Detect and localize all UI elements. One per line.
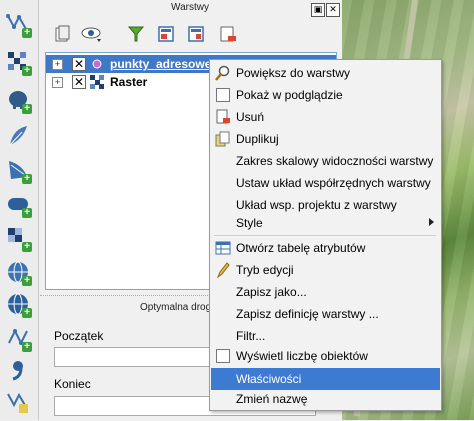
add-wfs-layer-button[interactable]: + bbox=[4, 290, 32, 318]
menu-save-layer-definition[interactable]: Zapisz definicję warstwy ... bbox=[211, 303, 440, 325]
layers-panel-title: Warstwy bbox=[171, 2, 209, 13]
comma-icon bbox=[12, 361, 23, 381]
menu-style[interactable]: Style bbox=[211, 212, 440, 234]
add-vector-layer-button[interactable]: + bbox=[4, 10, 32, 38]
menu-show-feature-count[interactable]: Wyświetl liczbę obiektów bbox=[211, 345, 440, 367]
raster-layer-icon bbox=[90, 75, 104, 89]
menu-label: Duplikuj bbox=[236, 132, 279, 146]
feather-icon bbox=[9, 126, 27, 146]
new-layer-button[interactable] bbox=[4, 388, 32, 416]
menu-scale-visibility[interactable]: Zakres skalowy widoczności warstwy bbox=[211, 150, 440, 172]
menu-label: Zapisz jako... bbox=[236, 285, 307, 299]
menu-save-as[interactable]: Zapisz jako... bbox=[211, 281, 440, 303]
layer-visibility-checkbox[interactable]: ✕ bbox=[72, 75, 86, 89]
layer-name: Raster bbox=[110, 75, 148, 89]
duplicate-icon bbox=[215, 131, 230, 147]
menu-label: Wyświetl liczbę obiektów bbox=[236, 349, 368, 363]
menu-open-attribute-table[interactable]: Otwórz tabelę atrybutów bbox=[211, 237, 440, 259]
add-virtual-layer-button[interactable] bbox=[4, 356, 32, 384]
menu-show-in-overview[interactable]: Pokaż w podglądzie bbox=[211, 84, 440, 106]
new-vector-layer-icon bbox=[7, 392, 28, 413]
route-panel-title: Optymalna drog bbox=[140, 302, 212, 313]
add-group-icon bbox=[55, 25, 70, 42]
remove-layer-button[interactable] bbox=[216, 22, 240, 46]
menu-properties[interactable]: Właściwości bbox=[211, 368, 440, 390]
point-layer-icon bbox=[92, 59, 102, 69]
expand-toggle[interactable]: + bbox=[52, 77, 63, 88]
submenu-arrow-icon bbox=[429, 218, 434, 226]
menu-remove[interactable]: Usuń bbox=[211, 106, 440, 128]
menu-set-layer-crs[interactable]: Ustaw układ współrzędnych warstwy bbox=[211, 172, 440, 194]
menu-label: Zmień nazwę bbox=[236, 392, 308, 406]
collapse-all-icon bbox=[188, 26, 204, 42]
menu-rename[interactable]: Zmień nazwę bbox=[211, 388, 440, 410]
pencil-icon bbox=[217, 262, 230, 278]
expand-all-button[interactable] bbox=[154, 22, 178, 46]
menu-label: Otwórz tabelę atrybutów bbox=[236, 241, 366, 255]
menu-separator bbox=[214, 235, 436, 236]
table-icon bbox=[215, 241, 231, 255]
filter-legend-button[interactable] bbox=[124, 22, 148, 46]
add-spatialite-layer-button[interactable] bbox=[4, 122, 32, 150]
checkbox-icon[interactable] bbox=[215, 87, 231, 103]
checkbox-icon[interactable] bbox=[215, 348, 231, 364]
menu-label: Usuń bbox=[236, 110, 265, 124]
menu-label: Style bbox=[236, 216, 263, 230]
layers-toolbar bbox=[50, 20, 270, 50]
menu-label: Tryb edycji bbox=[236, 263, 294, 277]
menu-label: Ustaw układ współrzędnych warstwy bbox=[236, 176, 431, 190]
add-oracle-layer-button[interactable]: + bbox=[4, 190, 32, 218]
menu-label: Właściwości bbox=[236, 372, 302, 386]
eye-icon bbox=[81, 27, 101, 42]
layer-name: punkty_adresowe bbox=[110, 57, 212, 71]
end-label: Koniec bbox=[54, 377, 91, 391]
zoom-icon bbox=[215, 65, 230, 81]
layer-visibility-checkbox[interactable]: ✕ bbox=[72, 57, 86, 71]
add-mssql-layer-button[interactable]: + bbox=[4, 156, 32, 184]
add-wms-layer-button[interactable]: + bbox=[4, 224, 32, 252]
add-group-button[interactable] bbox=[50, 22, 74, 46]
menu-duplicate[interactable]: Duplikuj bbox=[211, 128, 440, 150]
add-raster-layer-button[interactable]: + bbox=[4, 48, 32, 76]
menu-label: Zakres skalowy widoczności warstwy bbox=[236, 154, 434, 168]
remove-layer-icon bbox=[216, 109, 230, 124]
start-label: Początek bbox=[54, 329, 104, 343]
menu-filter[interactable]: Filtr... bbox=[211, 325, 440, 347]
manage-visibility-button[interactable] bbox=[80, 22, 104, 46]
add-postgis-layer-button[interactable]: + bbox=[4, 86, 32, 114]
layer-context-menu: Powiększ do warstwy Pokaż w podglądzie U… bbox=[209, 59, 442, 411]
menu-zoom-to-layer[interactable]: Powiększ do warstwy bbox=[211, 62, 440, 84]
menu-label: Filtr... bbox=[236, 329, 266, 343]
menu-toggle-editing[interactable]: Tryb edycji bbox=[211, 259, 440, 281]
add-delimited-text-button[interactable]: + bbox=[4, 324, 32, 352]
left-toolbar: + + + + + + + + + bbox=[0, 0, 39, 420]
menu-label: Zapisz definicję warstwy ... bbox=[236, 307, 379, 321]
filter-icon bbox=[127, 26, 145, 42]
expand-toggle[interactable]: + bbox=[52, 59, 63, 70]
expand-all-icon bbox=[158, 26, 174, 42]
menu-label: Powiększ do warstwy bbox=[236, 66, 351, 80]
menu-label: Pokaż w podglądzie bbox=[236, 88, 343, 102]
close-panel-button[interactable]: ✕ bbox=[326, 3, 340, 17]
float-panel-button[interactable]: ▣ bbox=[311, 3, 325, 17]
add-wcs-layer-button[interactable]: + bbox=[4, 258, 32, 286]
menu-label: Układ wsp. projektu z warstwy bbox=[236, 198, 397, 212]
collapse-all-button[interactable] bbox=[184, 22, 208, 46]
remove-layer-icon bbox=[220, 26, 236, 42]
